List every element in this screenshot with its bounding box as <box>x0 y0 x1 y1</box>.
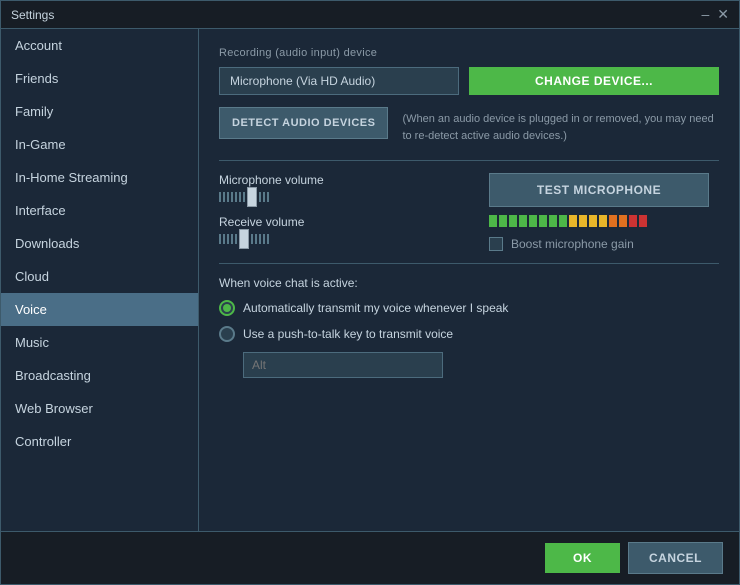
sidebar-item-controller[interactable]: Controller <box>1 425 198 458</box>
push-to-talk-key-row <box>219 352 719 378</box>
tick <box>243 192 245 202</box>
receive-slider[interactable] <box>219 229 473 249</box>
level-seg <box>539 215 547 227</box>
tick <box>227 192 229 202</box>
boost-label: Boost microphone gain <box>511 237 634 251</box>
tick <box>263 192 265 202</box>
level-meter <box>489 215 647 227</box>
ok-button[interactable]: OK <box>545 543 620 573</box>
auto-transmit-radio[interactable] <box>219 300 235 316</box>
level-seg <box>499 215 507 227</box>
close-button[interactable]: ✕ <box>717 6 729 23</box>
tick <box>223 192 225 202</box>
footer: OK CANCEL <box>1 531 739 584</box>
sidebar-item-in-home-streaming[interactable]: In-Home Streaming <box>1 161 198 194</box>
microphone-slider[interactable] <box>219 187 473 207</box>
microphone-volume-row: Microphone volume <box>219 173 719 207</box>
level-seg <box>509 215 517 227</box>
tick <box>251 234 253 244</box>
auto-transmit-option[interactable]: Automatically transmit my voice whenever… <box>219 300 719 316</box>
tick <box>227 234 229 244</box>
tick <box>263 234 265 244</box>
sidebar-item-web-browser[interactable]: Web Browser <box>1 392 198 425</box>
tick <box>231 192 233 202</box>
auto-transmit-label: Automatically transmit my voice whenever… <box>243 301 508 315</box>
sidebar-item-music[interactable]: Music <box>1 326 198 359</box>
sidebar-item-interface[interactable]: Interface <box>1 194 198 227</box>
slider-thumb[interactable] <box>247 187 257 207</box>
detect-audio-button[interactable]: DETECT AUDIO DEVICES <box>219 107 388 139</box>
sidebar-item-voice[interactable]: Voice <box>1 293 198 326</box>
boost-row: Boost microphone gain <box>489 237 634 251</box>
sidebar-item-downloads[interactable]: Downloads <box>1 227 198 260</box>
tick <box>223 234 225 244</box>
tick <box>219 234 221 244</box>
divider-1 <box>219 160 719 161</box>
sidebar-item-account[interactable]: Account <box>1 29 198 62</box>
change-device-button[interactable]: CHANGE DEVICE... <box>469 67 719 95</box>
boost-checkbox[interactable] <box>489 237 503 251</box>
window-controls: – ✕ <box>701 6 729 23</box>
sidebar-item-broadcasting[interactable]: Broadcasting <box>1 359 198 392</box>
recording-label: Recording (audio input) device <box>219 47 719 59</box>
detect-row: DETECT AUDIO DEVICES (When an audio devi… <box>219 107 719 144</box>
tick <box>255 234 257 244</box>
tick <box>235 234 237 244</box>
tick <box>231 234 233 244</box>
tick <box>259 192 261 202</box>
receive-volume-row: Receive volume <box>219 215 719 251</box>
sidebar-item-in-game[interactable]: In-Game <box>1 128 198 161</box>
window-title: Settings <box>11 8 54 22</box>
tick <box>267 234 269 244</box>
level-seg <box>579 215 587 227</box>
sidebar-item-family[interactable]: Family <box>1 95 198 128</box>
sidebar: AccountFriendsFamilyIn-GameIn-Home Strea… <box>1 29 199 531</box>
push-to-talk-input[interactable] <box>243 352 443 378</box>
volume-right: TEST MICROPHONE <box>489 173 719 207</box>
title-bar: Settings – ✕ <box>1 1 739 29</box>
tick <box>219 192 221 202</box>
level-seg <box>599 215 607 227</box>
main-content: AccountFriendsFamilyIn-GameIn-Home Strea… <box>1 29 739 531</box>
level-seg <box>489 215 497 227</box>
test-microphone-button[interactable]: TEST MICROPHONE <box>489 173 709 207</box>
level-seg <box>629 215 637 227</box>
divider-2 <box>219 263 719 264</box>
tick <box>239 192 241 202</box>
tick <box>259 234 261 244</box>
device-row: CHANGE DEVICE... <box>219 67 719 95</box>
voice-active-label: When voice chat is active: <box>219 276 719 290</box>
level-seg <box>559 215 567 227</box>
push-to-talk-radio[interactable] <box>219 326 235 342</box>
tick <box>235 192 237 202</box>
sidebar-item-friends[interactable]: Friends <box>1 62 198 95</box>
receive-right: Boost microphone gain <box>489 215 719 251</box>
level-seg <box>639 215 647 227</box>
level-seg <box>609 215 617 227</box>
push-to-talk-option[interactable]: Use a push-to-talk key to transmit voice <box>219 326 719 342</box>
push-to-talk-label: Use a push-to-talk key to transmit voice <box>243 327 453 341</box>
level-seg <box>619 215 627 227</box>
slider-thumb[interactable] <box>239 229 249 249</box>
level-seg <box>529 215 537 227</box>
tick <box>267 192 269 202</box>
settings-window: Settings – ✕ AccountFriendsFamilyIn-Game… <box>0 0 740 585</box>
receive-volume-label: Receive volume <box>219 215 473 229</box>
minimize-button[interactable]: – <box>701 6 709 23</box>
level-seg <box>519 215 527 227</box>
content-area: Recording (audio input) device CHANGE DE… <box>199 29 739 531</box>
cancel-button[interactable]: CANCEL <box>628 542 723 574</box>
sidebar-item-cloud[interactable]: Cloud <box>1 260 198 293</box>
level-seg <box>549 215 557 227</box>
level-seg <box>569 215 577 227</box>
detect-note: (When an audio device is plugged in or r… <box>402 107 719 144</box>
level-seg <box>589 215 597 227</box>
microphone-volume-label: Microphone volume <box>219 173 473 187</box>
device-input[interactable] <box>219 67 459 95</box>
